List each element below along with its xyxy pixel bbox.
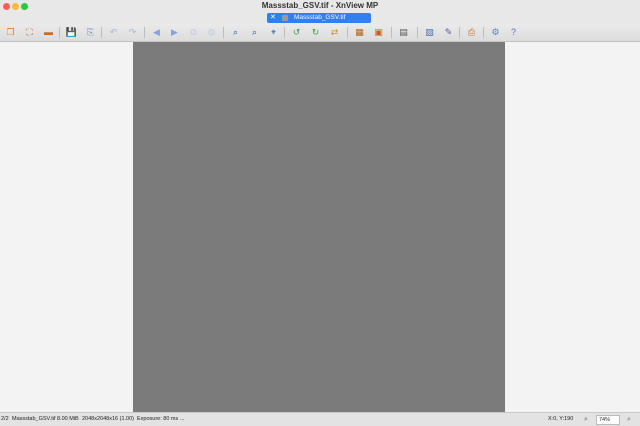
settings-icon[interactable]: ⚙ [489, 26, 502, 39]
title-bar: Massstab_GSV.tif - XnView MP [0, 0, 640, 13]
tab-label: Massstab_GSV.tif [294, 14, 346, 21]
toolbar-separator [391, 27, 392, 38]
browser-icon[interactable]: ❐ [4, 26, 17, 39]
toolbar-separator [284, 27, 285, 38]
save-as-icon[interactable]: ⎘ [84, 26, 97, 39]
status-dimensions: 2048x2048x16 (1.00) [82, 416, 134, 422]
viewer-area [0, 42, 640, 412]
first-icon[interactable]: ⊙ [187, 26, 200, 39]
toolbar-separator [483, 27, 484, 38]
zoom-in-small-icon[interactable]: ⌕ [627, 413, 631, 426]
undo-icon[interactable]: ↶ [107, 26, 120, 39]
help-icon[interactable]: ? [507, 26, 520, 39]
print-icon[interactable]: ⎙ [465, 26, 478, 39]
next-icon[interactable]: ▶ [168, 26, 181, 39]
tab-image[interactable]: ✕ Massstab_GSV.tif [267, 13, 371, 23]
toolbar: ❐ ⛶ ▬ 💾 ⎘ ↶ ↷ ◀ ▶ ⊙ ⊙ ⌕ ⌕ ⌖ ↺ ↻ ⇄ ▦ ▣ ▤ ▨ ✎ ⎙ ⚙? [0, 24, 640, 42]
status-bar: 2/2 Massstab_GSV.tif 8.00 MiB 2048x2048x… [0, 412, 640, 426]
status-exposure: Exposure: 80 ms ... [137, 416, 185, 422]
toolbar-separator [347, 27, 348, 38]
toolbar-separator [101, 27, 102, 38]
status-filesize: 8.00 MiB [57, 416, 79, 422]
crop-icon[interactable]: ▦ [353, 26, 366, 39]
save-icon[interactable]: 💾 [65, 26, 78, 39]
zoom-level-field[interactable]: 74% [596, 415, 620, 425]
zoom-out-small-icon[interactable]: ⌕ [584, 413, 588, 426]
status-coordinates: X:0, Y:190 [548, 416, 574, 422]
fullscreen-icon[interactable]: ⛶ [23, 26, 36, 39]
tab-close-icon[interactable]: ✕ [270, 13, 276, 23]
rotate-left-icon[interactable]: ↺ [290, 26, 303, 39]
slideshow-icon[interactable]: ▬ [42, 26, 55, 39]
status-filename: Massstab_GSV.tif [12, 416, 56, 422]
toolbar-separator [144, 27, 145, 38]
rotate-right-icon[interactable]: ↻ [309, 26, 322, 39]
toolbar-separator [223, 27, 224, 38]
filter-icon[interactable]: ▣ [372, 26, 385, 39]
view-options-icon[interactable]: ▤ [397, 26, 410, 39]
tab-strip: ✕ Massstab_GSV.tif [0, 13, 640, 24]
redo-icon[interactable]: ↷ [126, 26, 139, 39]
tab-thumbnail-icon [282, 15, 288, 21]
zoom-in-icon[interactable]: ⌕ [229, 26, 242, 39]
last-icon[interactable]: ⊙ [205, 26, 218, 39]
previous-icon[interactable]: ◀ [150, 26, 163, 39]
flip-icon[interactable]: ⇄ [328, 26, 341, 39]
toolbar-separator [459, 27, 460, 38]
toolbar-separator [59, 27, 60, 38]
info-icon[interactable]: ▨ [423, 26, 436, 39]
zoom-fit-icon[interactable]: ⌖ [267, 26, 280, 39]
toolbar-separator [417, 27, 418, 38]
edit-icon[interactable]: ✎ [442, 26, 455, 39]
zoom-out-icon[interactable]: ⌕ [248, 26, 261, 39]
status-image-index: 2/2 [1, 416, 9, 422]
image-canvas[interactable] [133, 42, 505, 412]
window-title: Massstab_GSV.tif - XnView MP [261, 1, 379, 10]
